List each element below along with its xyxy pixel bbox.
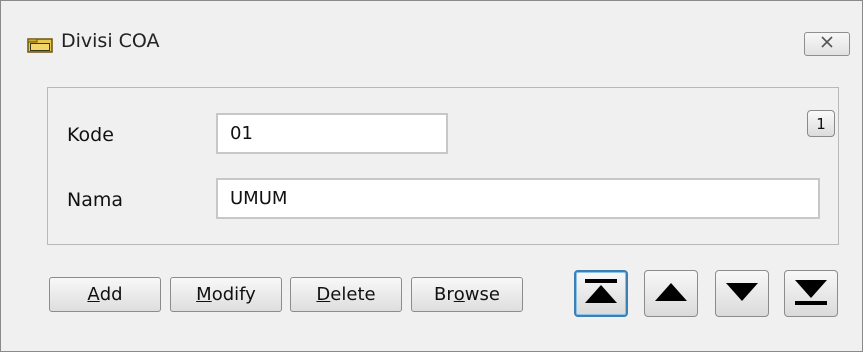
- delete-label-rest: elete: [330, 284, 376, 305]
- last-record-button[interactable]: [784, 270, 838, 317]
- last-record-icon: [792, 277, 830, 311]
- close-icon: [819, 36, 835, 52]
- previous-record-icon: [652, 277, 690, 311]
- folder-icon: [27, 37, 53, 53]
- add-label-rest: dd: [99, 284, 123, 305]
- previous-record-button[interactable]: [644, 270, 698, 317]
- browse-label-start: Br: [434, 284, 454, 305]
- delete-hotkey: D: [316, 284, 331, 305]
- modify-label-rest: odify: [211, 284, 256, 305]
- add-hotkey: A: [87, 284, 100, 305]
- add-button[interactable]: Add: [49, 277, 161, 312]
- form-panel: [47, 87, 839, 245]
- first-record-button[interactable]: [574, 270, 628, 317]
- divisi-coa-window: Divisi COA 1 Kode Nama Add Modify Delete…: [0, 0, 863, 352]
- record-number: 1: [816, 114, 826, 133]
- first-record-icon: [582, 277, 620, 311]
- delete-button[interactable]: Delete: [290, 277, 402, 312]
- next-record-icon: [723, 277, 761, 311]
- nama-input[interactable]: [216, 178, 820, 219]
- close-button[interactable]: [804, 32, 850, 56]
- record-number-badge: 1: [807, 110, 835, 137]
- modify-hotkey: M: [196, 284, 212, 305]
- kode-label: Kode: [67, 124, 114, 146]
- modify-button[interactable]: Modify: [170, 277, 282, 312]
- window-title: Divisi COA: [61, 30, 160, 52]
- nama-label: Nama: [67, 189, 124, 211]
- browse-button[interactable]: Br o wse: [411, 277, 523, 312]
- browse-hotkey: o: [453, 284, 465, 305]
- title-bar[interactable]: Divisi COA: [1, 1, 862, 71]
- next-record-button[interactable]: [715, 270, 769, 317]
- kode-input[interactable]: [216, 113, 448, 154]
- browse-label-rest: wse: [464, 284, 500, 305]
